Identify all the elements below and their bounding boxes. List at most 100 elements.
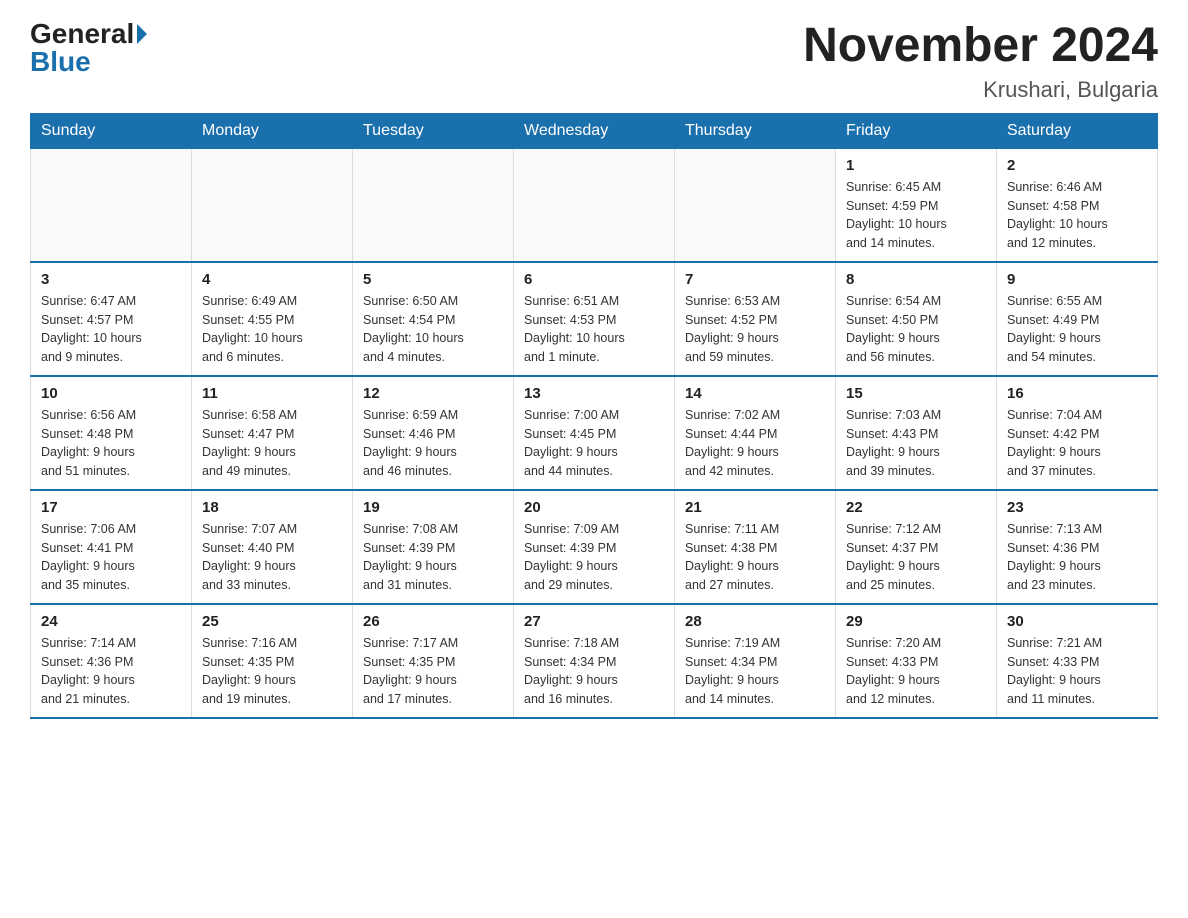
day-number: 4 — [202, 271, 342, 288]
day-info: Sunrise: 7:11 AMSunset: 4:38 PMDaylight:… — [685, 520, 825, 595]
day-number: 24 — [41, 613, 181, 630]
week-row-1: 1 Sunrise: 6:45 AMSunset: 4:59 PMDaylight… — [31, 148, 1158, 262]
calendar-cell: 6 Sunrise: 6:51 AMSunset: 4:53 PMDaylight… — [514, 262, 675, 376]
calendar-cell: 19 Sunrise: 7:08 AMSunset: 4:39 PMDayligh… — [353, 490, 514, 604]
week-row-4: 17Sunrise: 7:06 AMSunset: 4:41 PMDayligh… — [31, 490, 1158, 604]
calendar-cell: 30 Sunrise: 7:21 AMSunset: 4:33 PMDayligh… — [997, 604, 1158, 718]
day-info: Sunrise: 7:20 AMSunset: 4:33 PMDaylight:… — [846, 634, 986, 709]
day-info: Sunrise: 6:51 AMSunset: 4:53 PMDaylight:… — [524, 292, 664, 367]
day-number: 5 — [363, 271, 503, 288]
day-header-tuesday: Tuesday — [353, 113, 514, 148]
day-info: Sunrise: 7:12 AMSunset: 4:37 PMDaylight:… — [846, 520, 986, 595]
calendar-cell: 11 Sunrise: 6:58 AMSunset: 4:47 PMDayligh… — [192, 376, 353, 490]
day-number: 19 — [363, 499, 503, 516]
day-info: Sunrise: 6:58 AMSunset: 4:47 PMDaylight:… — [202, 406, 342, 481]
day-info: Sunrise: 7:16 AMSunset: 4:35 PMDaylight:… — [202, 634, 342, 709]
calendar-cell: 27Sunrise: 7:18 AMSunset: 4:34 PMDayligh… — [514, 604, 675, 718]
calendar-cell: 17Sunrise: 7:06 AMSunset: 4:41 PMDayligh… — [31, 490, 192, 604]
calendar-cell — [675, 148, 836, 262]
day-number: 7 — [685, 271, 825, 288]
calendar-cell: 18 Sunrise: 7:07 AMSunset: 4:40 PMDayligh… — [192, 490, 353, 604]
day-info: Sunrise: 6:56 AMSunset: 4:48 PMDaylight:… — [41, 406, 181, 481]
day-info: Sunrise: 6:54 AMSunset: 4:50 PMDaylight:… — [846, 292, 986, 367]
day-number: 12 — [363, 385, 503, 402]
day-info: Sunrise: 7:02 AMSunset: 4:44 PMDaylight:… — [685, 406, 825, 481]
calendar-cell: 1 Sunrise: 6:45 AMSunset: 4:59 PMDaylight… — [836, 148, 997, 262]
calendar-cell — [31, 148, 192, 262]
day-header-saturday: Saturday — [997, 113, 1158, 148]
day-header-thursday: Thursday — [675, 113, 836, 148]
day-headers-row: SundayMondayTuesdayWednesdayThursdayFrid… — [31, 113, 1158, 148]
day-info: Sunrise: 6:49 AMSunset: 4:55 PMDaylight:… — [202, 292, 342, 367]
day-number: 8 — [846, 271, 986, 288]
day-info: Sunrise: 7:17 AMSunset: 4:35 PMDaylight:… — [363, 634, 503, 709]
day-number: 30 — [1007, 613, 1147, 630]
day-number: 16 — [1007, 385, 1147, 402]
day-number: 23 — [1007, 499, 1147, 516]
day-info: Sunrise: 7:04 AMSunset: 4:42 PMDaylight:… — [1007, 406, 1147, 481]
day-header-wednesday: Wednesday — [514, 113, 675, 148]
calendar-title: November 2024 — [803, 20, 1158, 73]
day-info: Sunrise: 7:13 AMSunset: 4:36 PMDaylight:… — [1007, 520, 1147, 595]
title-area: November 2024 Krushari, Bulgaria — [803, 20, 1158, 103]
logo: General Blue — [30, 20, 147, 76]
day-info: Sunrise: 7:18 AMSunset: 4:34 PMDaylight:… — [524, 634, 664, 709]
day-number: 15 — [846, 385, 986, 402]
calendar-cell: 2Sunrise: 6:46 AMSunset: 4:58 PMDaylight… — [997, 148, 1158, 262]
calendar-cell — [514, 148, 675, 262]
calendar-cell: 22Sunrise: 7:12 AMSunset: 4:37 PMDayligh… — [836, 490, 997, 604]
day-info: Sunrise: 7:00 AMSunset: 4:45 PMDaylight:… — [524, 406, 664, 481]
day-number: 21 — [685, 499, 825, 516]
calendar-subtitle: Krushari, Bulgaria — [803, 77, 1158, 103]
day-info: Sunrise: 7:06 AMSunset: 4:41 PMDaylight:… — [41, 520, 181, 595]
day-number: 11 — [202, 385, 342, 402]
day-number: 26 — [363, 613, 503, 630]
page-header: General Blue November 2024 Krushari, Bul… — [30, 20, 1158, 103]
day-info: Sunrise: 7:21 AMSunset: 4:33 PMDaylight:… — [1007, 634, 1147, 709]
day-info: Sunrise: 6:45 AMSunset: 4:59 PMDaylight:… — [846, 178, 986, 253]
day-info: Sunrise: 7:03 AMSunset: 4:43 PMDaylight:… — [846, 406, 986, 481]
day-number: 28 — [685, 613, 825, 630]
day-info: Sunrise: 6:53 AMSunset: 4:52 PMDaylight:… — [685, 292, 825, 367]
day-header-friday: Friday — [836, 113, 997, 148]
day-number: 14 — [685, 385, 825, 402]
calendar-cell: 8 Sunrise: 6:54 AMSunset: 4:50 PMDaylight… — [836, 262, 997, 376]
day-number: 2 — [1007, 157, 1147, 174]
calendar-table: SundayMondayTuesdayWednesdayThursdayFrid… — [30, 113, 1158, 719]
day-number: 10 — [41, 385, 181, 402]
day-info: Sunrise: 6:47 AMSunset: 4:57 PMDaylight:… — [41, 292, 181, 367]
day-number: 29 — [846, 613, 986, 630]
calendar-cell: 26 Sunrise: 7:17 AMSunset: 4:35 PMDayligh… — [353, 604, 514, 718]
day-number: 25 — [202, 613, 342, 630]
calendar-cell: 21 Sunrise: 7:11 AMSunset: 4:38 PMDayligh… — [675, 490, 836, 604]
calendar-cell: 15 Sunrise: 7:03 AMSunset: 4:43 PMDayligh… — [836, 376, 997, 490]
calendar-cell: 23 Sunrise: 7:13 AMSunset: 4:36 PMDayligh… — [997, 490, 1158, 604]
calendar-cell — [353, 148, 514, 262]
day-number: 13 — [524, 385, 664, 402]
calendar-cell: 25 Sunrise: 7:16 AMSunset: 4:35 PMDayligh… — [192, 604, 353, 718]
calendar-header: SundayMondayTuesdayWednesdayThursdayFrid… — [31, 113, 1158, 148]
calendar-cell: 5Sunrise: 6:50 AMSunset: 4:54 PMDaylight… — [353, 262, 514, 376]
day-number: 9 — [1007, 271, 1147, 288]
calendar-cell: 3Sunrise: 6:47 AMSunset: 4:57 PMDaylight… — [31, 262, 192, 376]
day-header-monday: Monday — [192, 113, 353, 148]
calendar-cell: 7 Sunrise: 6:53 AMSunset: 4:52 PMDaylight… — [675, 262, 836, 376]
logo-general-text: General — [30, 20, 134, 48]
calendar-cell — [192, 148, 353, 262]
day-info: Sunrise: 6:59 AMSunset: 4:46 PMDaylight:… — [363, 406, 503, 481]
day-info: Sunrise: 7:09 AMSunset: 4:39 PMDaylight:… — [524, 520, 664, 595]
calendar-cell: 28 Sunrise: 7:19 AMSunset: 4:34 PMDayligh… — [675, 604, 836, 718]
day-number: 6 — [524, 271, 664, 288]
calendar-cell: 29 Sunrise: 7:20 AMSunset: 4:33 PMDayligh… — [836, 604, 997, 718]
day-info: Sunrise: 7:08 AMSunset: 4:39 PMDaylight:… — [363, 520, 503, 595]
day-info: Sunrise: 7:19 AMSunset: 4:34 PMDaylight:… — [685, 634, 825, 709]
week-row-3: 10 Sunrise: 6:56 AMSunset: 4:48 PMDayligh… — [31, 376, 1158, 490]
day-info: Sunrise: 7:07 AMSunset: 4:40 PMDaylight:… — [202, 520, 342, 595]
day-number: 1 — [846, 157, 986, 174]
week-row-2: 3Sunrise: 6:47 AMSunset: 4:57 PMDaylight… — [31, 262, 1158, 376]
calendar-cell: 20Sunrise: 7:09 AMSunset: 4:39 PMDayligh… — [514, 490, 675, 604]
day-number: 18 — [202, 499, 342, 516]
calendar-body: 1 Sunrise: 6:45 AMSunset: 4:59 PMDaylight… — [31, 148, 1158, 718]
calendar-cell: 16 Sunrise: 7:04 AMSunset: 4:42 PMDayligh… — [997, 376, 1158, 490]
calendar-cell: 9Sunrise: 6:55 AMSunset: 4:49 PMDaylight… — [997, 262, 1158, 376]
